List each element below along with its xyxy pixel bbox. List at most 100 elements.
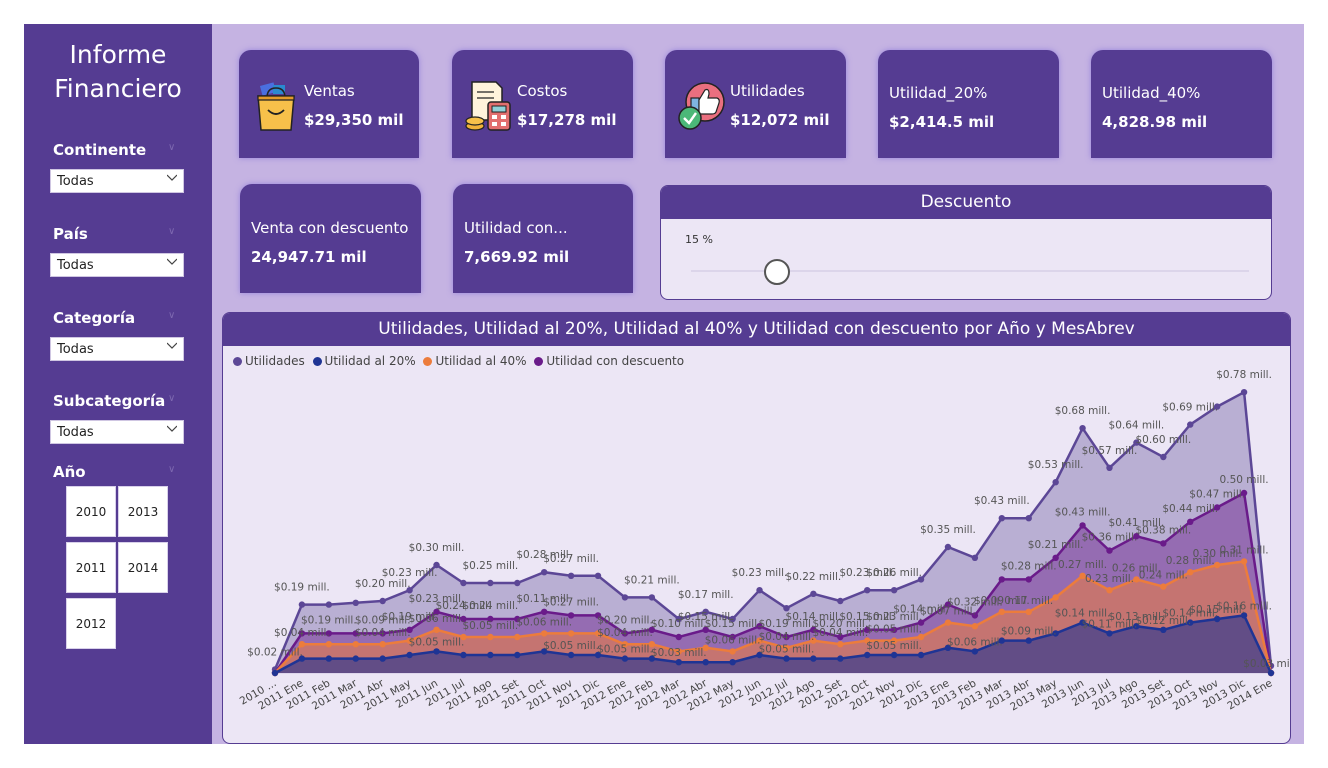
data-point[interactable]: [487, 579, 494, 587]
year-tile-2013[interactable]: 2013: [118, 486, 168, 537]
data-point[interactable]: [325, 601, 333, 608]
year-tile-2014[interactable]: 2014: [118, 542, 168, 593]
data-point[interactable]: [540, 630, 548, 637]
discount-slider-thumb[interactable]: [764, 259, 790, 285]
data-point[interactable]: [1267, 669, 1275, 677]
dropdown-categoria[interactable]: Todas: [50, 337, 184, 361]
data-point[interactable]: [944, 543, 952, 551]
data-point[interactable]: [487, 651, 494, 659]
data-point[interactable]: [1079, 522, 1086, 529]
chevron-down-icon[interactable]: ∨: [168, 393, 175, 404]
data-point[interactable]: [325, 655, 333, 662]
data-label: $0.22 mill.: [786, 571, 842, 583]
data-point[interactable]: [837, 641, 844, 648]
data-point[interactable]: [621, 655, 629, 662]
data-point[interactable]: [864, 651, 871, 659]
data-label: $0.07 mill.: [920, 606, 976, 618]
data-point[interactable]: [1025, 637, 1032, 644]
dropdown-pais[interactable]: Todas: [50, 253, 184, 277]
data-point[interactable]: [594, 572, 602, 579]
data-point[interactable]: [352, 655, 359, 662]
data-point[interactable]: [1240, 389, 1248, 396]
data-point[interactable]: [433, 626, 440, 633]
data-point[interactable]: [971, 623, 979, 630]
year-tile-2012[interactable]: 2012: [66, 598, 116, 649]
data-point[interactable]: [352, 641, 359, 648]
data-point[interactable]: [1106, 547, 1113, 554]
data-point[interactable]: [890, 651, 898, 659]
data-point[interactable]: [379, 597, 386, 605]
data-point[interactable]: [514, 651, 521, 659]
data-point[interactable]: [460, 651, 467, 659]
data-point[interactable]: [1160, 540, 1167, 547]
data-point[interactable]: [1106, 587, 1113, 594]
data-point[interactable]: [971, 648, 979, 655]
data-point[interactable]: [1160, 453, 1167, 461]
data-point[interactable]: [406, 651, 413, 659]
data-point[interactable]: [1240, 558, 1248, 565]
data-point[interactable]: [675, 659, 682, 666]
data-point[interactable]: [864, 587, 871, 594]
data-point[interactable]: [514, 579, 521, 587]
data-point[interactable]: [271, 669, 279, 677]
data-point[interactable]: [971, 554, 979, 561]
data-point[interactable]: [379, 641, 386, 648]
chevron-down-icon[interactable]: ∨: [168, 310, 175, 321]
data-point[interactable]: [1079, 425, 1086, 432]
data-point[interactable]: [675, 633, 682, 641]
data-point[interactable]: [540, 608, 548, 615]
chevron-down-icon[interactable]: ∨: [168, 226, 175, 237]
data-point[interactable]: [1025, 576, 1032, 583]
data-point[interactable]: [514, 633, 521, 641]
data-point[interactable]: [998, 515, 1006, 522]
data-point[interactable]: [325, 641, 333, 648]
data-point[interactable]: [1106, 464, 1113, 471]
data-label: $0.21 mill.: [624, 574, 680, 586]
data-point[interactable]: [702, 659, 709, 666]
data-point[interactable]: [352, 599, 359, 606]
year-tile-2010[interactable]: 2010: [66, 486, 116, 537]
chevron-down-icon[interactable]: ∨: [168, 464, 175, 475]
data-point[interactable]: [1025, 608, 1032, 615]
data-label: $0.23 mill.: [732, 567, 788, 579]
data-point[interactable]: [1187, 421, 1194, 428]
data-point[interactable]: [998, 576, 1006, 583]
data-point[interactable]: [810, 590, 817, 597]
data-point[interactable]: [621, 594, 629, 601]
data-point[interactable]: [729, 659, 736, 666]
year-tile-2011[interactable]: 2011: [66, 542, 116, 593]
data-point[interactable]: [810, 655, 817, 662]
data-point[interactable]: [837, 597, 844, 605]
data-point[interactable]: [944, 619, 952, 626]
data-point[interactable]: [648, 594, 656, 601]
data-point[interactable]: [433, 648, 440, 655]
data-point[interactable]: [1052, 479, 1059, 486]
data-point[interactable]: [917, 651, 925, 659]
data-point[interactable]: [783, 655, 790, 662]
data-label: 0.24 mill.: [1139, 570, 1188, 582]
data-point[interactable]: [298, 601, 306, 608]
data-point[interactable]: [567, 651, 575, 659]
data-point[interactable]: [379, 655, 386, 662]
data-point[interactable]: [487, 633, 494, 641]
data-point[interactable]: [540, 569, 548, 576]
data-point[interactable]: [1160, 626, 1167, 633]
data-point[interactable]: [756, 587, 763, 594]
data-point[interactable]: [460, 579, 467, 587]
card-utilidad-con-value: 7,669.92 mil: [464, 248, 570, 266]
data-point[interactable]: [890, 587, 898, 594]
data-point[interactable]: [1213, 561, 1221, 569]
data-point[interactable]: [837, 655, 844, 662]
dropdown-continente[interactable]: Todas: [50, 169, 184, 193]
data-point[interactable]: [1187, 569, 1194, 576]
data-point[interactable]: [567, 630, 575, 637]
data-point[interactable]: [1160, 583, 1167, 590]
data-point[interactable]: [1025, 515, 1032, 522]
data-point[interactable]: [567, 572, 575, 579]
data-point[interactable]: [998, 608, 1006, 615]
dropdown-subcategoria[interactable]: Todas: [50, 420, 184, 444]
data-point[interactable]: [729, 648, 736, 655]
data-point[interactable]: [1052, 594, 1059, 601]
data-point[interactable]: [1106, 630, 1113, 637]
chevron-down-icon[interactable]: ∨: [168, 142, 175, 153]
